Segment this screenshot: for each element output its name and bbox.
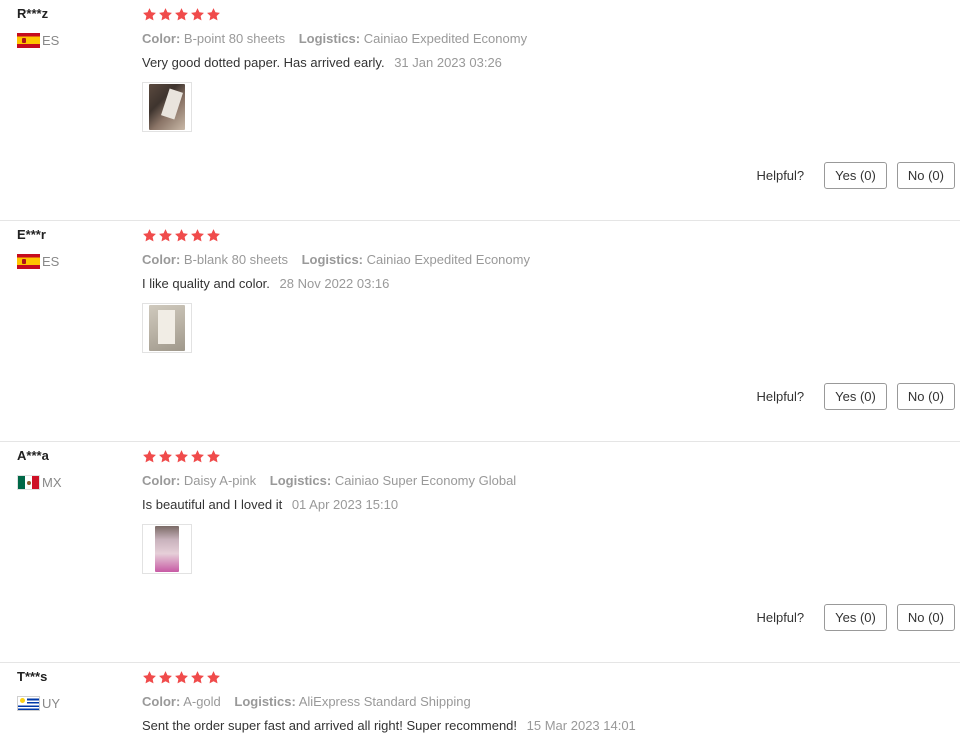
review-text: I like quality and color. [142, 276, 270, 291]
review-date: 01 Apr 2023 15:10 [291, 497, 399, 512]
star-icon [159, 229, 172, 242]
review-photo [149, 305, 185, 351]
review-photo-thumbnail[interactable] [142, 524, 192, 574]
review-attributes: Color: Daisy A-pink Logistics: Cainiao S… [142, 473, 526, 488]
logistics-label: Logistics: [301, 252, 364, 267]
star-icon [175, 229, 188, 242]
star-icon [143, 8, 156, 21]
color-value: B-blank 80 sheets [183, 252, 288, 267]
review-content: Very good dotted paper. Has arrived earl… [142, 55, 502, 70]
review-attributes: Color: B-point 80 sheets Logistics: Cain… [142, 31, 537, 46]
reviewer-name: A***a [17, 448, 49, 463]
star-icon [175, 671, 188, 684]
review-content: Sent the order super fast and arrived al… [142, 718, 636, 733]
helpful-no-button[interactable]: No (0) [896, 383, 955, 410]
review-item: T***s UY Color: A-gold Logistics: AliExp… [0, 663, 960, 748]
star-icon [143, 671, 156, 684]
star-icon [175, 8, 188, 21]
reviewer-country: ES [17, 32, 59, 48]
star-icon [207, 671, 220, 684]
reviewer-name: E***r [17, 227, 46, 242]
helpful-no-button[interactable]: No (0) [896, 162, 955, 189]
uruguay-flag-icon [17, 695, 40, 711]
review-attributes: Color: B-blank 80 sheets Logistics: Cain… [142, 252, 540, 267]
star-icon [159, 450, 172, 463]
helpful-yes-button[interactable]: Yes (0) [824, 162, 887, 189]
star-icon [159, 8, 172, 21]
spain-flag-icon [17, 253, 40, 269]
review-text: Very good dotted paper. Has arrived earl… [142, 55, 385, 70]
helpful-label: Helpful? [756, 610, 805, 625]
logistics-label: Logistics: [269, 473, 332, 488]
reviewer-country: UY [17, 695, 60, 711]
logistics-value: Cainiao Expedited Economy [366, 252, 530, 267]
star-icon [143, 450, 156, 463]
star-icon [175, 450, 188, 463]
country-code: UY [42, 695, 61, 711]
helpful-label: Helpful? [756, 168, 805, 183]
sun-icon [20, 697, 25, 703]
star-icon [159, 671, 172, 684]
review-content: I like quality and color. 28 Nov 2022 03… [142, 276, 389, 291]
country-code: ES [42, 253, 60, 269]
star-rating [142, 449, 221, 464]
star-icon [191, 450, 204, 463]
review-photo [155, 526, 179, 572]
star-rating [142, 228, 221, 243]
review-photo-thumbnail[interactable] [142, 303, 192, 353]
logistics-value: Cainiao Super Economy Global [334, 473, 517, 488]
review-date: 28 Nov 2022 03:16 [279, 276, 390, 291]
country-code: ES [42, 32, 60, 48]
review-photo [149, 84, 185, 130]
logistics-value: AliExpress Standard Shipping [298, 694, 471, 709]
logistics-label: Logistics: [234, 694, 296, 709]
spain-flag-icon [17, 32, 40, 48]
review-text: Is beautiful and I loved it [142, 497, 283, 512]
star-rating [142, 670, 221, 685]
star-icon [143, 229, 156, 242]
star-icon [191, 229, 204, 242]
review-date: 15 Mar 2023 14:01 [526, 718, 636, 733]
helpful-no-button[interactable]: No (0) [896, 604, 955, 631]
helpful-label: Helpful? [756, 389, 805, 404]
color-label: Color: [142, 473, 181, 488]
mexico-flag-icon [17, 474, 40, 490]
review-item: A***a MX Color: Daisy A-pink Logistics: … [0, 442, 960, 663]
color-value: A-gold [183, 694, 221, 709]
reviewer-country: MX [17, 474, 62, 490]
reviewer-name: T***s [17, 669, 48, 684]
reviewer-country: ES [17, 253, 59, 269]
review-content: Is beautiful and I loved it 01 Apr 2023 … [142, 497, 398, 512]
star-rating [142, 7, 221, 22]
reviewer-name: R***z [17, 6, 49, 21]
review-date: 31 Jan 2023 03:26 [394, 55, 502, 70]
star-icon [207, 8, 220, 21]
star-icon [207, 450, 220, 463]
color-value: B-point 80 sheets [183, 31, 286, 46]
review-item: E***r ES Color: B-blank 80 sheets Logist… [0, 221, 960, 442]
helpful-section: Helpful? Yes (0) No (0) [756, 604, 955, 631]
review-text: Sent the order super fast and arrived al… [142, 718, 518, 733]
helpful-section: Helpful? Yes (0) No (0) [756, 383, 955, 410]
review-item: R***z ES Color: B-point 80 sheets Logist… [0, 0, 960, 221]
logistics-value: Cainiao Expedited Economy [363, 31, 528, 46]
helpful-yes-button[interactable]: Yes (0) [824, 604, 887, 631]
helpful-section: Helpful? Yes (0) No (0) [756, 162, 955, 189]
color-label: Color: [142, 694, 181, 709]
color-label: Color: [142, 31, 181, 46]
star-icon [191, 671, 204, 684]
star-icon [191, 8, 204, 21]
country-code: MX [42, 474, 62, 490]
color-label: Color: [142, 252, 181, 267]
star-icon [207, 229, 220, 242]
helpful-yes-button[interactable]: Yes (0) [824, 383, 887, 410]
logistics-label: Logistics: [298, 31, 361, 46]
review-photo-thumbnail[interactable] [142, 82, 192, 132]
color-value: Daisy A-pink [183, 473, 257, 488]
review-attributes: Color: A-gold Logistics: AliExpress Stan… [142, 694, 481, 709]
